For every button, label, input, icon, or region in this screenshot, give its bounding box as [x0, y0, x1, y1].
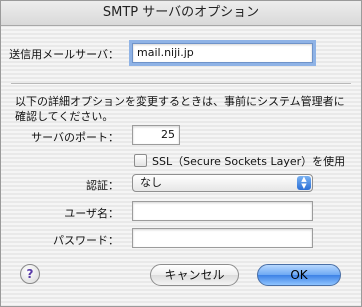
ssl-checkbox[interactable] — [134, 154, 147, 167]
ok-button[interactable]: OK — [257, 264, 341, 286]
auth-selected-value: なし — [140, 176, 162, 189]
smtp-options-dialog: SMTP サーバのオプション 送信用メールサーバ： mail.niji.jp 以… — [0, 0, 362, 307]
port-label: サーバのポート： — [31, 131, 119, 144]
ssl-label: SSL（Secure Sockets Layer）を使用 — [152, 155, 346, 168]
username-field[interactable] — [132, 201, 313, 221]
port-field[interactable]: 25 — [132, 125, 180, 145]
username-label: ユーザ名： — [64, 207, 119, 220]
auth-popup[interactable]: なし ▲ ▼ — [132, 174, 313, 192]
help-icon[interactable]: ? — [20, 264, 40, 284]
password-label: パスワード： — [53, 234, 119, 247]
window-title: SMTP サーバのオプション — [1, 1, 361, 26]
advanced-options-description: 以下の詳細オプションを変更するときは、事前にシステム管理者に確認してください。 — [15, 95, 345, 123]
up-down-arrows-icon: ▲ ▼ — [297, 176, 311, 190]
cancel-button[interactable]: キャンセル — [150, 264, 239, 286]
separator — [11, 83, 351, 85]
auth-label: 認証： — [86, 179, 119, 192]
outgoing-server-label: 送信用メールサーバ： — [9, 48, 119, 61]
outgoing-server-field[interactable]: mail.niji.jp — [132, 43, 313, 63]
password-field[interactable] — [132, 228, 313, 248]
